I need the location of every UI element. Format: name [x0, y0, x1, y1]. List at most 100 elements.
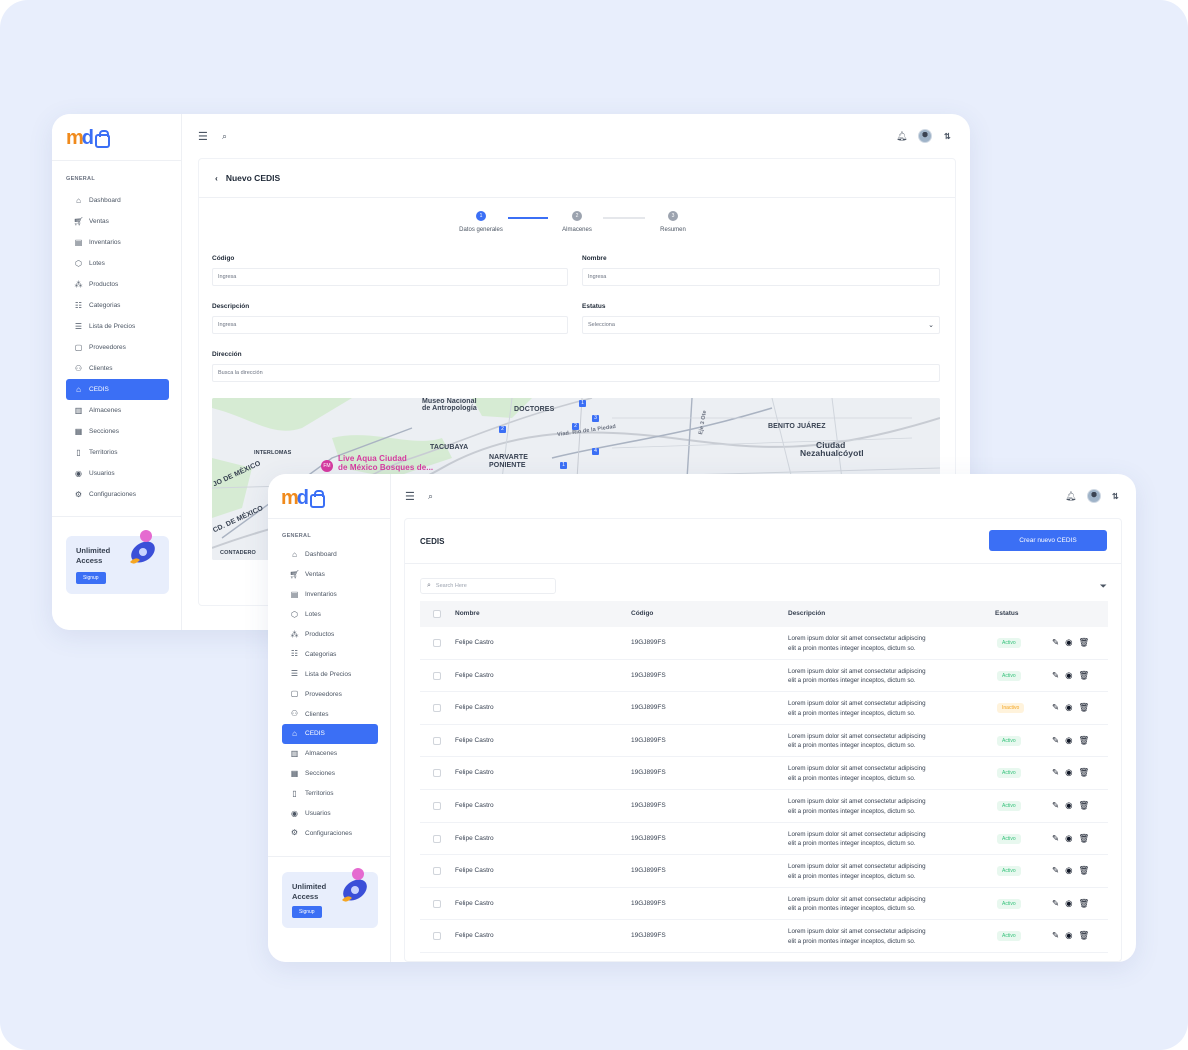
view-icon[interactable]: ◉	[1065, 637, 1072, 648]
table-row[interactable]: Felipe Castro 19GJ899FS Lorem ipsum dolor …	[420, 757, 1108, 790]
row-checkbox[interactable]	[433, 704, 441, 713]
edit-icon[interactable]: ✎	[1052, 637, 1059, 648]
sidebar-item-lista-de-precios[interactable]: ☰ Lista de Precios	[66, 316, 169, 337]
delete-icon[interactable]: 🗑︎	[1079, 800, 1090, 811]
view-icon[interactable]: ◉	[1065, 735, 1072, 746]
sidebar-item-cedis[interactable]: ⌂ CEDIS	[66, 379, 169, 400]
table-row[interactable]: Felipe Castro 19GJ899FS Lorem ipsum dolor …	[420, 920, 1108, 953]
codigo-input[interactable]: Ingresa	[212, 268, 568, 286]
back-arrow-icon[interactable]: ‹	[215, 173, 218, 183]
sidebar-item-secciones[interactable]: ▦ Secciones	[282, 764, 378, 784]
delete-icon[interactable]: 🗑︎	[1079, 735, 1090, 746]
row-checkbox[interactable]	[433, 639, 441, 647]
table-row[interactable]: Felipe Castro 19GJ899FS Lorem ipsum dolor …	[420, 855, 1108, 888]
table-row[interactable]: Felipe Castro 19GJ899FS Lorem ipsum dolor …	[420, 823, 1108, 856]
brand-logo[interactable]: md	[66, 128, 111, 148]
edit-icon[interactable]: ✎	[1052, 767, 1059, 778]
delete-icon[interactable]: 🗑︎	[1079, 833, 1090, 844]
bell-icon[interactable]: 🔔︎	[1065, 491, 1076, 502]
create-cedis-button[interactable]: Crear nuevo CEDIS	[989, 530, 1107, 551]
sidebar-item-inventarios[interactable]: ▤ Inventarios	[66, 232, 169, 253]
map-pin-icon[interactable]: 3	[592, 415, 599, 422]
delete-icon[interactable]: 🗑︎	[1079, 930, 1090, 941]
table-row[interactable]: Felipe Castro 19GJ899FS Lorem ipsum dolor …	[420, 627, 1108, 660]
sidebar-item-ventas[interactable]: 🛒︎ Ventas	[282, 565, 378, 585]
row-checkbox[interactable]	[433, 932, 441, 941]
column-header-nombre[interactable]: Nombre	[455, 610, 480, 617]
descripcion-input[interactable]: Ingresa	[212, 316, 568, 334]
sidebar-item-lotes[interactable]: ⬡ Lotes	[282, 605, 378, 625]
filter-icon[interactable]: ⏷	[1100, 581, 1107, 592]
sidebar-item-categorias[interactable]: ☷ Categorias	[282, 644, 378, 664]
sidebar-item-productos[interactable]: ⁂ Productos	[282, 625, 378, 645]
avatar[interactable]	[1087, 489, 1101, 503]
view-icon[interactable]: ◉	[1065, 865, 1072, 876]
sidebar-item-lotes[interactable]: ⬡ Lotes	[66, 253, 169, 274]
nombre-input[interactable]: Ingresa	[582, 268, 940, 286]
delete-icon[interactable]: 🗑︎	[1079, 637, 1090, 648]
column-header-descripcion[interactable]: Descripción	[788, 610, 825, 617]
view-icon[interactable]: ◉	[1065, 930, 1072, 941]
edit-icon[interactable]: ✎	[1052, 930, 1059, 941]
sidebar-item-clientes[interactable]: ⚇ Clientes	[66, 358, 169, 379]
sidebar-item-proveedores[interactable]: ▢ Proveedores	[282, 684, 378, 704]
view-icon[interactable]: ◉	[1065, 800, 1072, 811]
delete-icon[interactable]: 🗑︎	[1079, 865, 1090, 876]
sidebar-item-configuraciones[interactable]: ⚙ Configuraciones	[282, 823, 378, 843]
step-almacenes[interactable]: 2 Almacenes	[551, 211, 603, 233]
row-checkbox[interactable]	[433, 736, 441, 745]
step-resumen[interactable]: 3 Resumen	[648, 211, 698, 233]
row-checkbox[interactable]	[433, 899, 441, 908]
sidebar-item-usuarios[interactable]: ◉ Usuarios	[66, 463, 169, 484]
view-icon[interactable]: ◉	[1065, 767, 1072, 778]
edit-icon[interactable]: ✎	[1052, 898, 1059, 909]
column-header-estatus[interactable]: Estatus	[995, 610, 1018, 617]
edit-icon[interactable]: ✎	[1052, 800, 1059, 811]
sidebar-item-clientes[interactable]: ⚇ Clientes	[282, 704, 378, 724]
sidebar-item-productos[interactable]: ⁂ Productos	[66, 274, 169, 295]
menu-icon[interactable]: ☰	[405, 490, 415, 503]
row-checkbox[interactable]	[433, 769, 441, 778]
row-checkbox[interactable]	[433, 867, 441, 876]
direccion-input[interactable]: Busca la dirección	[212, 364, 940, 382]
row-checkbox[interactable]	[433, 671, 441, 680]
sidebar-item-ventas[interactable]: 🛒︎ Ventas	[66, 211, 169, 232]
edit-icon[interactable]: ✎	[1052, 865, 1059, 876]
view-icon[interactable]: ◉	[1065, 898, 1072, 909]
sidebar-item-dashboard[interactable]: ⌂ Dashboard	[282, 545, 378, 565]
map-pin-icon[interactable]: 2	[499, 426, 506, 433]
search-icon[interactable]: ⌕	[222, 131, 227, 142]
view-icon[interactable]: ◉	[1065, 702, 1072, 713]
sidebar-item-inventarios[interactable]: ▤ Inventarios	[282, 585, 378, 605]
bell-icon[interactable]: 🔔︎	[896, 131, 907, 142]
sidebar-item-almacenes[interactable]: ▥ Almacenes	[66, 400, 169, 421]
row-checkbox[interactable]	[433, 802, 441, 810]
row-checkbox[interactable]	[433, 834, 441, 843]
estatus-select[interactable]: Selecciona ⌄	[582, 316, 940, 334]
sort-icon[interactable]: ⇅	[1112, 492, 1119, 501]
sidebar-item-territorios[interactable]: ▯ Territorios	[282, 784, 378, 804]
sidebar-item-secciones[interactable]: ▦ Secciones	[66, 421, 169, 442]
sidebar-item-cedis[interactable]: ⌂ CEDIS	[282, 724, 378, 744]
map-pin-icon[interactable]: 1	[579, 400, 586, 407]
edit-icon[interactable]: ✎	[1052, 702, 1059, 713]
brand-logo[interactable]: md	[281, 488, 326, 508]
delete-icon[interactable]: 🗑︎	[1079, 767, 1090, 778]
edit-icon[interactable]: ✎	[1052, 670, 1059, 681]
search-icon[interactable]: ⌕	[428, 491, 433, 502]
table-row[interactable]: Felipe Castro 19GJ899FS Lorem ipsum dolor …	[420, 888, 1108, 921]
edit-icon[interactable]: ✎	[1052, 833, 1059, 844]
avatar[interactable]	[918, 129, 932, 143]
signup-button[interactable]: Signup	[292, 906, 322, 918]
view-icon[interactable]: ◉	[1065, 833, 1072, 844]
signup-button[interactable]: Signup	[76, 572, 106, 584]
map-pin-icon[interactable]: 4	[592, 448, 599, 455]
column-header-codigo[interactable]: Código	[631, 610, 653, 617]
hotel-marker-icon[interactable]: FM	[321, 460, 333, 472]
map-pin-icon[interactable]: 2	[572, 423, 579, 430]
table-row[interactable]: Felipe Castro 19GJ899FS Lorem ipsum dolor …	[420, 790, 1108, 823]
menu-icon[interactable]: ☰	[198, 130, 208, 143]
view-icon[interactable]: ◉	[1065, 670, 1072, 681]
table-row[interactable]: Felipe Castro 19GJ899FS Lorem ipsum dolor …	[420, 660, 1108, 693]
delete-icon[interactable]: 🗑︎	[1079, 898, 1090, 909]
